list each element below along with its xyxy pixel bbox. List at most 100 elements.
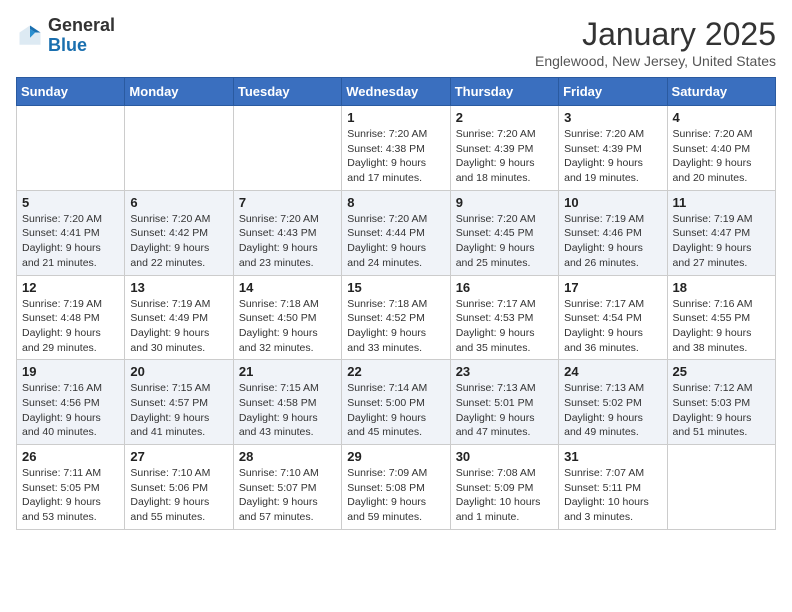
calendar: SundayMondayTuesdayWednesdayThursdayFrid… (16, 77, 776, 530)
title-block: January 2025 Englewood, New Jersey, Unit… (535, 16, 776, 69)
day-number: 3 (564, 110, 661, 125)
calendar-cell: 27 Sunrise: 7:10 AM Sunset: 5:06 PM Dayli… (125, 445, 233, 530)
calendar-cell: 7Sunrise: 7:20 AM Sunset: 4:43 PM Daylig… (233, 190, 341, 275)
day-number: 19 (22, 364, 119, 379)
calendar-cell: 28 Sunrise: 7:10 AM Sunset: 5:07 PM Dayli… (233, 445, 341, 530)
day-number: 4 (673, 110, 770, 125)
calendar-week-row: 1 Sunrise: 7:20 AM Sunset: 4:38 PM Daylig… (17, 106, 776, 191)
day-info: Sunrise: 7:16 AM Sunset: 4:55 PM Dayligh… (673, 297, 770, 356)
logo-text: General Blue (48, 16, 115, 56)
calendar-cell: 26Sunrise: 7:11 AM Sunset: 5:05 PM Dayli… (17, 445, 125, 530)
day-number: 11 (673, 195, 770, 210)
day-info: Sunrise: 7:14 AM Sunset: 5:00 PM Dayligh… (347, 381, 444, 440)
day-info: Sunrise: 7:20 AM Sunset: 4:42 PM Dayligh… (130, 212, 227, 271)
calendar-cell: 29 Sunrise: 7:09 AM Sunset: 5:08 PM Dayli… (342, 445, 450, 530)
day-info: Sunrise: 7:20 AM Sunset: 4:45 PM Dayligh… (456, 212, 553, 271)
day-info: Sunrise: 7:11 AM Sunset: 5:05 PM Dayligh… (22, 466, 119, 525)
weekday-header-row: SundayMondayTuesdayWednesdayThursdayFrid… (17, 78, 776, 106)
day-info: Sunrise: 7:13 AM Sunset: 5:01 PM Dayligh… (456, 381, 553, 440)
calendar-cell: 5 Sunrise: 7:20 AM Sunset: 4:41 PM Daylig… (17, 190, 125, 275)
day-number: 8 (347, 195, 444, 210)
calendar-cell: 13Sunrise: 7:19 AM Sunset: 4:49 PM Dayli… (125, 275, 233, 360)
day-info: Sunrise: 7:09 AM Sunset: 5:08 PM Dayligh… (347, 466, 444, 525)
day-number: 28 (239, 449, 336, 464)
day-info: Sunrise: 7:20 AM Sunset: 4:44 PM Dayligh… (347, 212, 444, 271)
day-number: 31 (564, 449, 661, 464)
day-number: 23 (456, 364, 553, 379)
day-info: Sunrise: 7:19 AM Sunset: 4:48 PM Dayligh… (22, 297, 119, 356)
calendar-cell: 25Sunrise: 7:12 AM Sunset: 5:03 PM Dayli… (667, 360, 775, 445)
weekday-header-cell: Thursday (450, 78, 558, 106)
day-number: 22 (347, 364, 444, 379)
calendar-cell: 12 Sunrise: 7:19 AM Sunset: 4:48 PM Dayli… (17, 275, 125, 360)
day-info: Sunrise: 7:20 AM Sunset: 4:39 PM Dayligh… (564, 127, 661, 186)
day-number: 2 (456, 110, 553, 125)
weekday-header-cell: Sunday (17, 78, 125, 106)
weekday-header-cell: Friday (559, 78, 667, 106)
day-number: 6 (130, 195, 227, 210)
calendar-cell: 18 Sunrise: 7:16 AM Sunset: 4:55 PM Dayli… (667, 275, 775, 360)
calendar-cell: 23 Sunrise: 7:13 AM Sunset: 5:01 PM Dayli… (450, 360, 558, 445)
day-info: Sunrise: 7:10 AM Sunset: 5:07 PM Dayligh… (239, 466, 336, 525)
calendar-cell: 8 Sunrise: 7:20 AM Sunset: 4:44 PM Daylig… (342, 190, 450, 275)
day-number: 9 (456, 195, 553, 210)
calendar-cell (17, 106, 125, 191)
day-number: 1 (347, 110, 444, 125)
day-number: 25 (673, 364, 770, 379)
calendar-cell (667, 445, 775, 530)
calendar-cell: 6 Sunrise: 7:20 AM Sunset: 4:42 PM Daylig… (125, 190, 233, 275)
day-info: Sunrise: 7:16 AM Sunset: 4:56 PM Dayligh… (22, 381, 119, 440)
day-info: Sunrise: 7:19 AM Sunset: 4:47 PM Dayligh… (673, 212, 770, 271)
day-info: Sunrise: 7:17 AM Sunset: 4:54 PM Dayligh… (564, 297, 661, 356)
day-number: 5 (22, 195, 119, 210)
calendar-cell: 19 Sunrise: 7:16 AM Sunset: 4:56 PM Dayli… (17, 360, 125, 445)
day-info: Sunrise: 7:15 AM Sunset: 4:57 PM Dayligh… (130, 381, 227, 440)
page-header: General Blue January 2025 Englewood, New… (16, 16, 776, 69)
day-number: 21 (239, 364, 336, 379)
calendar-cell: 21 Sunrise: 7:15 AM Sunset: 4:58 PM Dayli… (233, 360, 341, 445)
calendar-cell: 9 Sunrise: 7:20 AM Sunset: 4:45 PM Daylig… (450, 190, 558, 275)
calendar-cell: 14Sunrise: 7:18 AM Sunset: 4:50 PM Dayli… (233, 275, 341, 360)
weekday-header-cell: Wednesday (342, 78, 450, 106)
day-info: Sunrise: 7:15 AM Sunset: 4:58 PM Dayligh… (239, 381, 336, 440)
calendar-cell: 3 Sunrise: 7:20 AM Sunset: 4:39 PM Daylig… (559, 106, 667, 191)
calendar-cell: 2 Sunrise: 7:20 AM Sunset: 4:39 PM Daylig… (450, 106, 558, 191)
day-info: Sunrise: 7:20 AM Sunset: 4:40 PM Dayligh… (673, 127, 770, 186)
weekday-header-cell: Tuesday (233, 78, 341, 106)
calendar-cell: 16 Sunrise: 7:17 AM Sunset: 4:53 PM Dayli… (450, 275, 558, 360)
day-number: 15 (347, 280, 444, 295)
day-info: Sunrise: 7:20 AM Sunset: 4:38 PM Dayligh… (347, 127, 444, 186)
calendar-cell: 20 Sunrise: 7:15 AM Sunset: 4:57 PM Dayli… (125, 360, 233, 445)
calendar-cell: 4 Sunrise: 7:20 AM Sunset: 4:40 PM Daylig… (667, 106, 775, 191)
day-info: Sunrise: 7:07 AM Sunset: 5:11 PM Dayligh… (564, 466, 661, 525)
calendar-cell: 15 Sunrise: 7:18 AM Sunset: 4:52 PM Dayli… (342, 275, 450, 360)
calendar-body: 1 Sunrise: 7:20 AM Sunset: 4:38 PM Daylig… (17, 106, 776, 530)
day-number: 29 (347, 449, 444, 464)
day-info: Sunrise: 7:18 AM Sunset: 4:52 PM Dayligh… (347, 297, 444, 356)
day-info: Sunrise: 7:17 AM Sunset: 4:53 PM Dayligh… (456, 297, 553, 356)
day-number: 12 (22, 280, 119, 295)
day-info: Sunrise: 7:13 AM Sunset: 5:02 PM Dayligh… (564, 381, 661, 440)
day-number: 13 (130, 280, 227, 295)
day-info: Sunrise: 7:20 AM Sunset: 4:39 PM Dayligh… (456, 127, 553, 186)
day-number: 7 (239, 195, 336, 210)
day-info: Sunrise: 7:20 AM Sunset: 4:41 PM Dayligh… (22, 212, 119, 271)
day-number: 27 (130, 449, 227, 464)
weekday-header-cell: Saturday (667, 78, 775, 106)
calendar-week-row: 26Sunrise: 7:11 AM Sunset: 5:05 PM Dayli… (17, 445, 776, 530)
day-number: 20 (130, 364, 227, 379)
location-title: Englewood, New Jersey, United States (535, 53, 776, 69)
day-number: 24 (564, 364, 661, 379)
calendar-cell: 22 Sunrise: 7:14 AM Sunset: 5:00 PM Dayli… (342, 360, 450, 445)
calendar-cell: 24 Sunrise: 7:13 AM Sunset: 5:02 PM Dayli… (559, 360, 667, 445)
calendar-cell: 31 Sunrise: 7:07 AM Sunset: 5:11 PM Dayli… (559, 445, 667, 530)
day-number: 16 (456, 280, 553, 295)
month-title: January 2025 (535, 16, 776, 53)
calendar-cell: 10Sunrise: 7:19 AM Sunset: 4:46 PM Dayli… (559, 190, 667, 275)
day-number: 10 (564, 195, 661, 210)
day-info: Sunrise: 7:10 AM Sunset: 5:06 PM Dayligh… (130, 466, 227, 525)
calendar-week-row: 12 Sunrise: 7:19 AM Sunset: 4:48 PM Dayli… (17, 275, 776, 360)
day-number: 30 (456, 449, 553, 464)
day-info: Sunrise: 7:18 AM Sunset: 4:50 PM Dayligh… (239, 297, 336, 356)
day-number: 18 (673, 280, 770, 295)
